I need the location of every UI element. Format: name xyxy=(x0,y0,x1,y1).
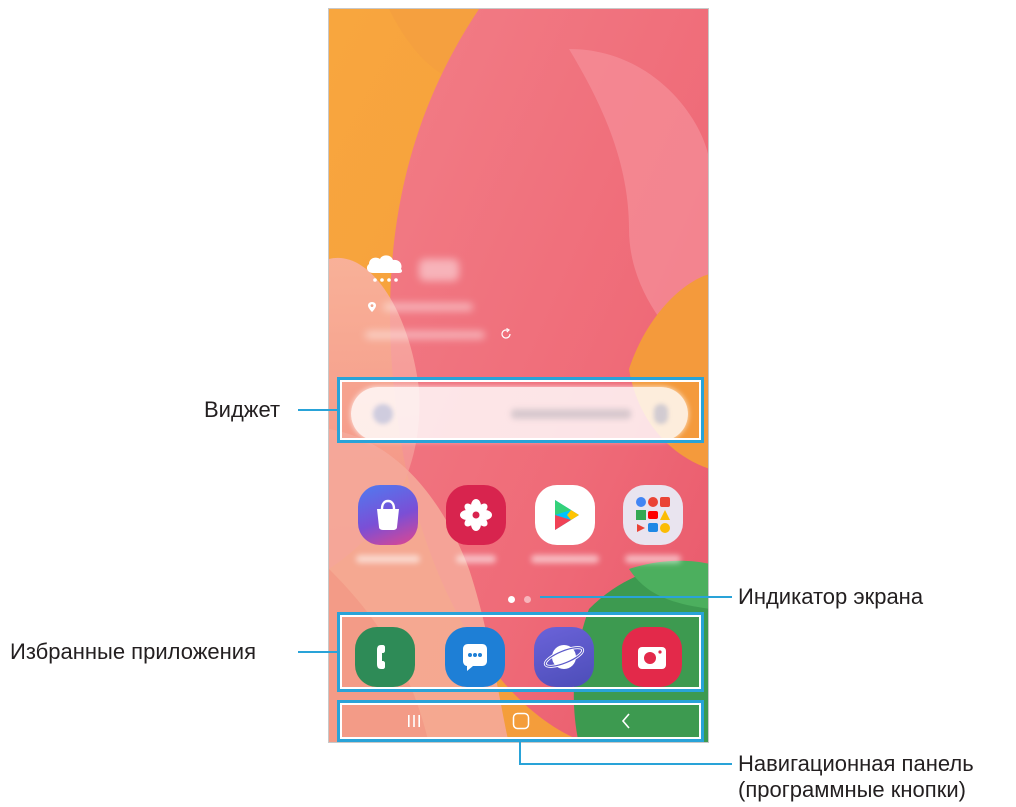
google-folder-icon[interactable] xyxy=(623,485,683,545)
galaxy-store-icon[interactable] xyxy=(358,485,418,545)
screen-indicator-callout-line xyxy=(540,596,732,598)
navigation-bar-label-line2: (программные кнопки) xyxy=(738,777,966,802)
favorites-label: Избранные приложения xyxy=(10,639,256,664)
app-label xyxy=(356,555,420,563)
app-label xyxy=(625,555,681,563)
widget-label: Виджет xyxy=(204,397,281,422)
page-dot xyxy=(524,596,531,603)
navigation-callout-line xyxy=(519,763,732,765)
navigation-bar-label-line1: Навигационная панель xyxy=(738,751,974,776)
refresh-icon[interactable] xyxy=(499,327,513,341)
gallery-icon[interactable] xyxy=(446,485,506,545)
screen-indicator-label: Индикатор экрана xyxy=(738,584,924,609)
page-dot-active xyxy=(508,596,515,603)
widget-callout-line xyxy=(298,409,337,411)
app-label xyxy=(531,555,599,563)
rain-cloud-icon xyxy=(366,255,403,282)
play-store-icon[interactable] xyxy=(535,485,595,545)
favorites-highlight xyxy=(337,612,704,692)
navigation-callout-line-vertical xyxy=(519,742,521,764)
app-label xyxy=(456,555,496,563)
navigation-bar-highlight xyxy=(337,700,704,742)
location-pin-icon xyxy=(368,302,376,312)
widget-highlight xyxy=(337,377,704,443)
favorites-callout-line xyxy=(298,651,337,653)
